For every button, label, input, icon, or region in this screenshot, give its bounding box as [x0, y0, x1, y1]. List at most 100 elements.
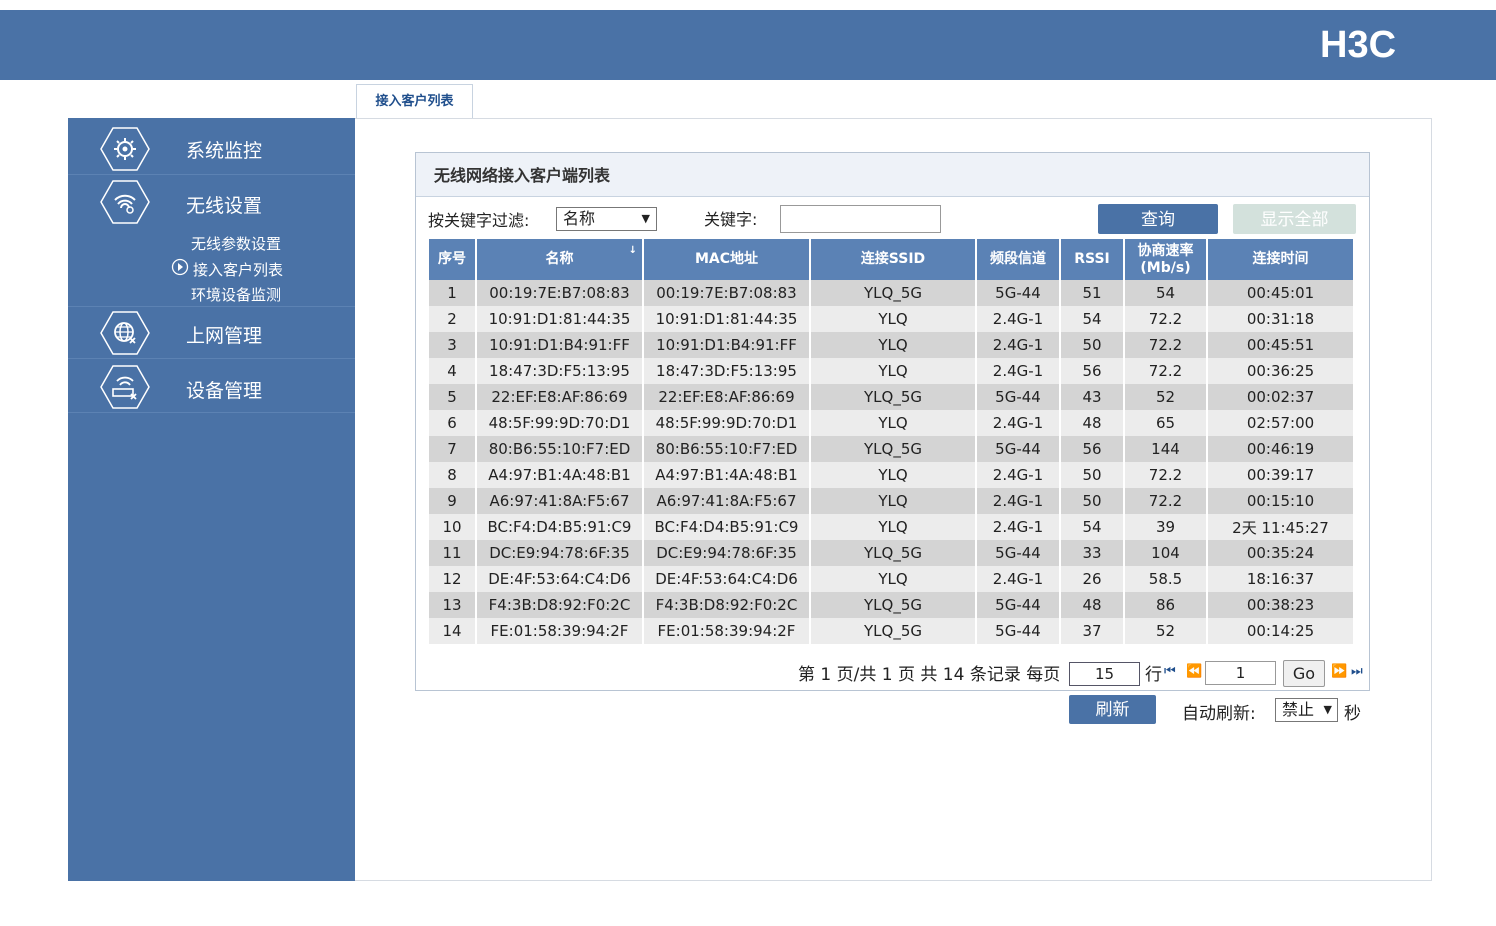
cell-channel: 2.4G-1	[976, 488, 1061, 514]
cell-conn-time: 00:36:25	[1207, 358, 1355, 384]
sidebar-item-system-monitor[interactable]: 系统监控	[68, 118, 355, 175]
cell-rssi: 37	[1060, 618, 1125, 644]
last-page-icon[interactable]: ⏭	[1351, 664, 1363, 679]
auto-refresh-select[interactable]: 禁止 ▼	[1275, 698, 1338, 722]
table-row: 1 00:19:7E:B7:08:83 00:19:7E:B7:08:83 YLQ_5…	[429, 280, 1355, 306]
keyword-label: 关键字:	[704, 210, 758, 229]
query-button[interactable]: 查询	[1098, 204, 1218, 234]
cell-rate: 58.5	[1124, 566, 1208, 592]
header-mac[interactable]: MAC地址	[643, 239, 811, 280]
h3c-logo: H3C	[1320, 26, 1396, 60]
page-number-input[interactable]: 1	[1205, 661, 1276, 685]
cell-mac: DE:4F:53:64:C4:D6	[643, 566, 811, 592]
header-rate[interactable]: 协商速率 (Mb/s)	[1124, 239, 1208, 280]
cell-ssid: YLQ	[810, 566, 977, 592]
cell-ssid: YLQ	[810, 488, 977, 514]
cell-rate: 72.2	[1124, 462, 1208, 488]
seconds-label: 秒	[1344, 704, 1361, 724]
table-row: 3 10:91:D1:B4:91:FF 10:91:D1:B4:91:FF YLQ 2.…	[429, 332, 1355, 358]
keyword-input[interactable]	[780, 205, 941, 233]
cell-rate: 72.2	[1124, 488, 1208, 514]
cell-ssid: YLQ	[810, 306, 977, 332]
cell-name: 10:91:D1:B4:91:FF	[476, 332, 644, 358]
filter-field-select[interactable]: 名称 ▼	[556, 207, 657, 231]
table-row: 8 A4:97:B1:4A:48:B1 A4:97:B1:4A:48:B1 YLQ 2.…	[429, 462, 1355, 488]
wireless-icon	[100, 180, 150, 224]
header-ssid[interactable]: 连接SSID	[810, 239, 977, 280]
cell-mac: 10:91:D1:81:44:35	[643, 306, 811, 332]
cell-ssid: YLQ_5G	[810, 618, 977, 644]
pager-summary: 第 1 页/共 1 页 共 14 条记录 每页	[798, 665, 1061, 685]
submenu-client-list[interactable]: 接入客户列表	[193, 259, 283, 280]
table-row: 6 48:5F:99:9D:70:D1 48:5F:99:9D:70:D1 YLQ 2.…	[429, 410, 1355, 436]
cell-conn-time: 18:16:37	[1207, 566, 1355, 592]
cell-ssid: YLQ	[810, 358, 977, 384]
cell-index: 7	[429, 436, 477, 462]
show-all-button[interactable]: 显示全部	[1233, 204, 1356, 234]
cell-rssi: 54	[1060, 514, 1125, 540]
cell-rssi: 54	[1060, 306, 1125, 332]
submenu-wireless-params[interactable]: 无线参数设置	[191, 233, 281, 254]
cell-channel: 2.4G-1	[976, 410, 1061, 436]
cell-rssi: 50	[1060, 488, 1125, 514]
cell-name: 80:B6:55:10:F7:ED	[476, 436, 644, 462]
cell-ssid: YLQ_5G	[810, 280, 977, 306]
cell-rate: 144	[1124, 436, 1208, 462]
submenu-env-monitor[interactable]: 环境设备监测	[191, 284, 281, 305]
cell-mac: DC:E9:94:78:6F:35	[643, 540, 811, 566]
cell-channel: 5G-44	[976, 618, 1061, 644]
cell-rate: 65	[1124, 410, 1208, 436]
next-page-icon[interactable]: ⏩	[1331, 664, 1347, 679]
cell-name: 22:EF:E8:AF:86:69	[476, 384, 644, 410]
cell-index: 13	[429, 592, 477, 618]
svg-text:H3C: H3C	[1320, 26, 1396, 60]
sidebar-item-label: 设备管理	[186, 380, 263, 402]
cell-channel: 5G-44	[976, 280, 1061, 306]
cell-rate: 54	[1124, 280, 1208, 306]
sort-arrow-icon: ↓	[628, 245, 637, 256]
header-index[interactable]: 序号	[429, 239, 477, 280]
sidebar-item-wireless[interactable]: 无线设置	[68, 175, 355, 231]
sidebar: 系统监控 无线设置 无线参数设置 接入客户列表 环境设备监测 上网管理 设备管理	[68, 118, 355, 881]
cell-ssid: YLQ	[810, 332, 977, 358]
auto-refresh-value: 禁止	[1282, 700, 1315, 719]
cell-conn-time: 00:35:24	[1207, 540, 1355, 566]
sidebar-item-device[interactable]: 设备管理	[68, 359, 355, 413]
first-page-icon[interactable]: ⏮	[1164, 664, 1176, 679]
cell-index: 11	[429, 540, 477, 566]
table-row: 10 BC:F4:D4:B5:91:C9 BC:F4:D4:B5:91:C9 YLQ 2…	[429, 514, 1355, 540]
rows-label: 行	[1145, 665, 1162, 685]
auto-refresh-label: 自动刷新:	[1182, 704, 1256, 724]
go-button[interactable]: Go	[1283, 660, 1325, 687]
refresh-button[interactable]: 刷新	[1069, 695, 1156, 724]
per-page-input[interactable]: 15	[1069, 662, 1140, 686]
header-name[interactable]: 名称 ↓	[476, 239, 644, 280]
header-conn-time[interactable]: 连接时间	[1207, 239, 1355, 280]
dropdown-arrow-icon: ▼	[1323, 703, 1332, 716]
cell-channel: 5G-44	[976, 436, 1061, 462]
cell-index: 12	[429, 566, 477, 592]
header-channel[interactable]: 频段信道	[976, 239, 1061, 280]
cell-conn-time: 00:02:37	[1207, 384, 1355, 410]
tab-client-list[interactable]: 接入客户列表	[356, 84, 473, 118]
cell-rate: 52	[1124, 618, 1208, 644]
prev-page-icon[interactable]: ⏪	[1186, 664, 1202, 679]
cell-ssid: YLQ_5G	[810, 592, 977, 618]
sidebar-item-label: 系统监控	[186, 140, 263, 162]
cell-conn-time: 02:57:00	[1207, 410, 1355, 436]
cell-conn-time: 00:38:23	[1207, 592, 1355, 618]
table-row: 4 18:47:3D:F5:13:95 18:47:3D:F5:13:95 YLQ 2.…	[429, 358, 1355, 384]
cell-index: 1	[429, 280, 477, 306]
cell-ssid: YLQ	[810, 462, 977, 488]
cell-conn-time: 00:46:19	[1207, 436, 1355, 462]
cell-rssi: 51	[1060, 280, 1125, 306]
header-rssi[interactable]: RSSI	[1060, 239, 1125, 280]
cell-rssi: 33	[1060, 540, 1125, 566]
cell-name: DC:E9:94:78:6F:35	[476, 540, 644, 566]
cell-ssid: YLQ_5G	[810, 540, 977, 566]
cell-ssid: YLQ_5G	[810, 384, 977, 410]
cell-rssi: 56	[1060, 436, 1125, 462]
cell-conn-time: 00:45:51	[1207, 332, 1355, 358]
sidebar-item-internet[interactable]: 上网管理	[68, 307, 355, 359]
cell-name: FE:01:58:39:94:2F	[476, 618, 644, 644]
